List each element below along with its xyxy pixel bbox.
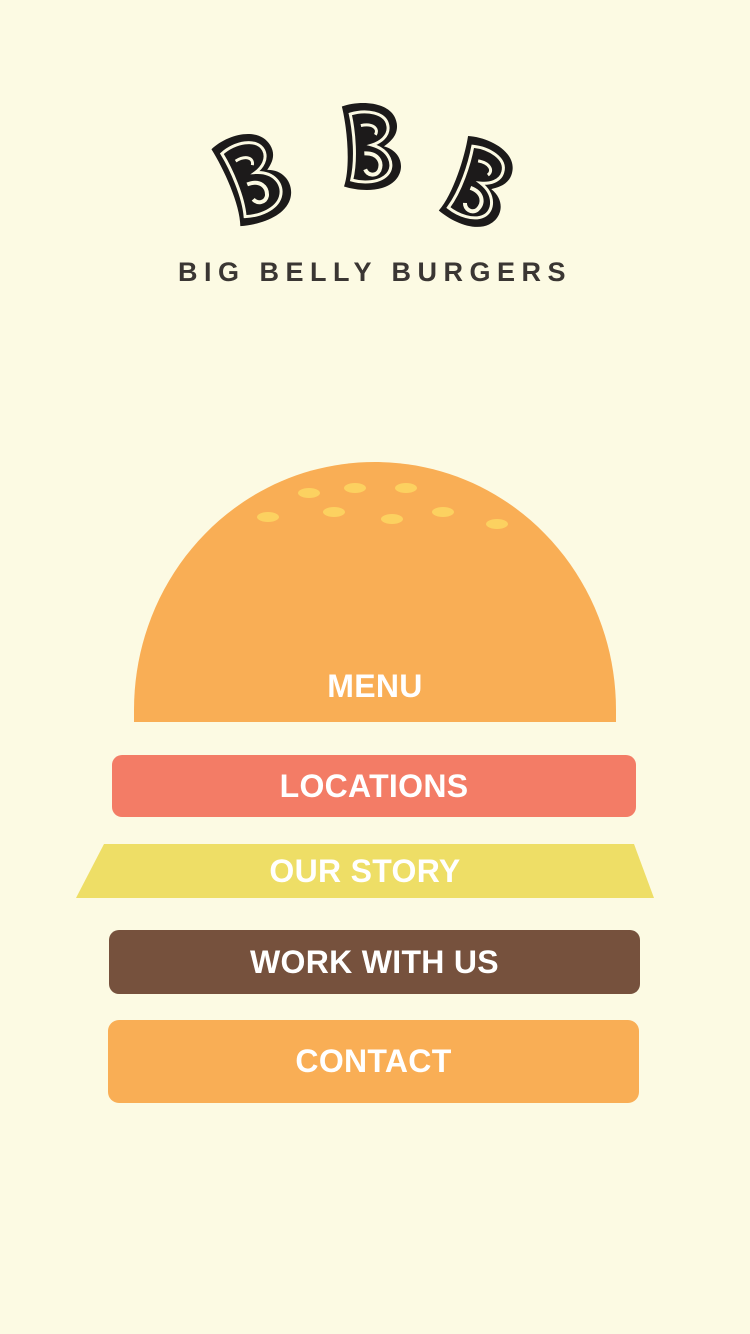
brand-logo: BIG BELLY BURGERS: [0, 0, 750, 300]
nav-work-with-us-button[interactable]: WORK WITH US: [109, 930, 640, 994]
bbb-monogram-logo: [211, 102, 513, 227]
nav-our-story-button[interactable]: OUR STORY: [76, 844, 654, 898]
nav-locations-button[interactable]: LOCATIONS: [112, 755, 636, 817]
nav-our-story-label: OUR STORY: [269, 852, 461, 889]
nav-contact-button[interactable]: CONTACT: [108, 1020, 639, 1103]
nav-locations-label: LOCATIONS: [279, 767, 469, 804]
nav-menu-button[interactable]: MENU: [134, 462, 616, 722]
brand-name: BIG BELLY BURGERS: [177, 257, 573, 287]
nav-menu-label: MENU: [327, 668, 423, 704]
nav-contact-label: CONTACT: [295, 1043, 452, 1079]
nav-work-with-us-label: WORK WITH US: [250, 943, 499, 980]
